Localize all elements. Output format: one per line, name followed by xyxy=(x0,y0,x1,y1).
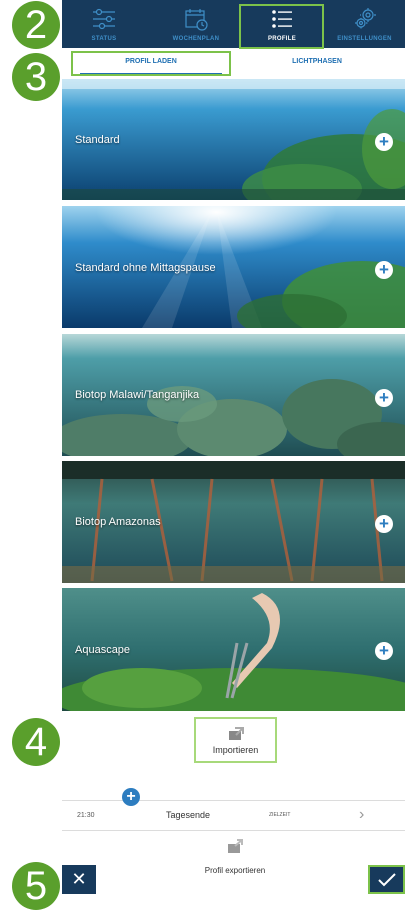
export-button[interactable]: Profil exportieren xyxy=(190,839,280,875)
export-icon xyxy=(228,839,243,853)
top-navigation: STATUS WOCHENPLAN PROFILE EINSTELLUNGEN xyxy=(62,0,405,48)
export-label: Profil exportieren xyxy=(204,866,266,875)
step-marker-2: 2 xyxy=(12,1,60,49)
add-profile-button[interactable]: + xyxy=(375,389,393,407)
check-icon xyxy=(378,873,396,887)
step-marker-5: 5 xyxy=(12,862,60,910)
chevron-right-icon[interactable]: › xyxy=(359,806,364,824)
subtab-lichtphasen[interactable]: LICHTPHASEN xyxy=(232,50,402,77)
tab-wochenplan-label: WOCHENPLAN xyxy=(172,36,220,42)
phase-time: 21:30 xyxy=(77,812,95,819)
highlight-profile-tab xyxy=(239,4,324,49)
phase-label: Tagesende xyxy=(166,810,211,820)
import-button[interactable]: Importieren xyxy=(194,717,277,763)
profile-card-biotop-malawi[interactable]: Biotop Malawi/Tanganjika + xyxy=(62,334,405,456)
highlight-profil-laden xyxy=(71,51,231,76)
sliders-icon xyxy=(93,8,115,30)
step-marker-3: 3 xyxy=(12,53,60,101)
phase-tag: ZIELZEIT xyxy=(269,812,291,818)
gears-icon xyxy=(354,8,376,29)
confirm-button[interactable] xyxy=(368,865,405,894)
close-icon: ✕ xyxy=(71,869,87,889)
profile-card-biotop-amazonas[interactable]: Biotop Amazonas + xyxy=(62,461,405,583)
calendar-clock-icon xyxy=(185,9,208,31)
profile-card-standard[interactable]: Standard + xyxy=(62,79,405,200)
profile-name: Biotop Amazonas xyxy=(75,516,161,528)
profile-name: Standard xyxy=(75,134,120,146)
step-marker-4: 4 xyxy=(12,718,60,766)
cancel-button[interactable]: ✕ xyxy=(62,865,96,894)
tab-einstellungen-label: EINSTELLUNGEN xyxy=(337,36,392,42)
tab-wochenplan[interactable]: WOCHENPLAN xyxy=(154,0,238,48)
add-profile-button[interactable]: + xyxy=(375,261,393,279)
import-label: Importieren xyxy=(212,745,259,755)
tab-status[interactable]: STATUS xyxy=(62,0,146,48)
add-profile-button[interactable]: + xyxy=(375,515,393,533)
phase-row[interactable]: 21:30 Tagesende ZIELZEIT › xyxy=(62,800,405,828)
tab-einstellungen[interactable]: EINSTELLUNGEN xyxy=(324,0,405,48)
tab-status-label: STATUS xyxy=(91,36,117,42)
profile-name: Standard ohne Mittagspause xyxy=(75,262,216,274)
divider xyxy=(62,830,405,831)
profile-name: Aquascape xyxy=(75,644,131,656)
add-profile-button[interactable]: + xyxy=(375,133,393,151)
profile-card-standard-ohne-mittagspause[interactable]: Standard ohne Mittagspause + xyxy=(62,206,405,328)
add-profile-button[interactable]: + xyxy=(375,642,393,660)
import-icon xyxy=(229,727,244,740)
profile-card-aquascape[interactable]: Aquascape + xyxy=(62,588,405,711)
profile-name: Biotop Malawi/Tanganjika xyxy=(75,389,200,401)
